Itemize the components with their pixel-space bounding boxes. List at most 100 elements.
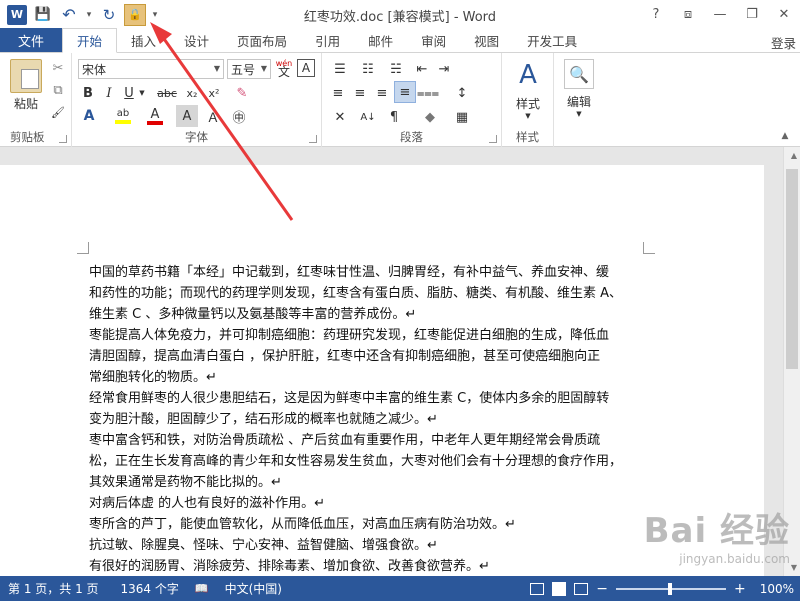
font-group-label: 字体: [185, 130, 208, 144]
paragraph-1: 中国的草药书籍「本经」中记载到，红枣味甘性温、归脾胃经，有补中益气、养血安神、缓…: [89, 265, 623, 322]
editing-dropdown-icon[interactable]: ▼: [573, 109, 585, 119]
redo-icon[interactable]: ↻: [98, 4, 120, 26]
distributed-icon[interactable]: ⩶: [417, 83, 439, 103]
underline-dropdown-icon[interactable]: ▼: [138, 83, 146, 103]
paragraph-group-label: 段落: [400, 130, 423, 144]
copy-icon[interactable]: ⧉: [48, 80, 68, 100]
superscript-button[interactable]: x²: [204, 83, 224, 103]
collapse-ribbon-icon[interactable]: ▲: [778, 130, 792, 142]
tab-page-layout[interactable]: 页面布局: [223, 28, 301, 52]
styles-dropdown-icon[interactable]: ▼: [522, 111, 534, 121]
zoom-level[interactable]: 100%: [760, 582, 794, 596]
editing-group: 🔍 编辑 ▼: [554, 53, 604, 147]
web-layout-icon[interactable]: [574, 582, 589, 595]
enclose-characters-icon[interactable]: ㊥: [228, 105, 250, 127]
tab-developer[interactable]: 开发工具: [513, 28, 591, 52]
chinese-layout-icon[interactable]: ✕: [328, 107, 352, 127]
read-mode-icon[interactable]: [530, 582, 545, 595]
scroll-up-icon[interactable]: ▲: [791, 151, 797, 160]
format-painter-icon[interactable]: 🖌: [48, 102, 68, 122]
window-controls: ? ⧈ — ❐ ✕: [640, 0, 800, 29]
paragraph-launcher-icon[interactable]: [489, 135, 497, 143]
styles-icon[interactable]: A: [514, 59, 542, 91]
sort-icon[interactable]: A↓: [356, 107, 380, 127]
zoom-in-button[interactable]: +: [734, 581, 746, 597]
font-name-dropdown[interactable]: 宋体 ▼: [78, 59, 224, 79]
styles-group-label: 样式: [516, 130, 539, 144]
undo-dropdown-icon[interactable]: ▾: [84, 4, 94, 26]
tab-design[interactable]: 设计: [170, 28, 223, 52]
minimize-button[interactable]: —: [704, 0, 736, 29]
word-count[interactable]: 1364 个字: [113, 580, 187, 597]
lock-icon[interactable]: 🔒: [124, 3, 146, 26]
cut-icon[interactable]: ✂: [48, 58, 68, 78]
styles-button-label[interactable]: 样式: [506, 95, 550, 112]
align-left-icon[interactable]: ≡: [328, 83, 348, 103]
borders-icon[interactable]: ▦: [450, 107, 474, 127]
tab-references[interactable]: 引用: [301, 28, 354, 52]
editing-button-label[interactable]: 编辑: [556, 93, 602, 110]
scroll-down-icon[interactable]: ▼: [791, 563, 797, 572]
ribbon-display-options-icon[interactable]: ⧈: [672, 0, 704, 29]
tab-mailings[interactable]: 邮件: [354, 28, 407, 52]
document-area: 中国的草药书籍「本经」中记载到，红枣味甘性温、归脾胃经，有补中益气、养血安神、缓…: [0, 147, 800, 576]
text-effects-icon[interactable]: A: [78, 105, 100, 127]
language-indicator[interactable]: 中文(中国): [217, 580, 290, 597]
help-button[interactable]: ?: [640, 0, 672, 29]
numbering-icon[interactable]: ☷: [356, 59, 380, 79]
character-shading-icon[interactable]: A: [176, 105, 198, 127]
clipboard-group: 粘贴 ✂ ⧉ 🖌 剪贴板: [0, 53, 72, 147]
full-width-a-icon[interactable]: Ａ: [202, 105, 224, 127]
paragraph-group: ☰ ☷ ☵ ⇤ ⇥ ≡ ≡ ≡ ≡ ⩶ ↕ ✕ A↓ ¶ ◆ ▦ 段落: [322, 53, 502, 147]
zoom-slider[interactable]: [615, 582, 726, 595]
proofing-icon[interactable]: 📖: [187, 582, 217, 595]
login-link[interactable]: 登录: [771, 33, 796, 52]
bullets-icon[interactable]: ☰: [328, 59, 352, 79]
align-right-icon[interactable]: ≡: [372, 83, 392, 103]
underline-button[interactable]: U: [120, 83, 138, 103]
line-spacing-icon[interactable]: ↕: [450, 83, 474, 103]
character-border-icon[interactable]: A: [297, 59, 315, 77]
strikethrough-button[interactable]: abc: [154, 83, 180, 103]
decrease-indent-icon[interactable]: ⇤: [412, 59, 432, 79]
zoom-out-button[interactable]: −: [596, 581, 608, 597]
tab-view[interactable]: 视图: [460, 28, 513, 52]
undo-icon[interactable]: ↶: [58, 4, 80, 26]
font-launcher-icon[interactable]: [309, 135, 317, 143]
tab-insert[interactable]: 插入: [117, 28, 170, 52]
increase-indent-icon[interactable]: ⇥: [434, 59, 454, 79]
scrollbar-thumb[interactable]: [786, 169, 798, 369]
font-color-icon[interactable]: A: [144, 105, 166, 127]
justify-icon[interactable]: ≡: [394, 81, 416, 103]
italic-button[interactable]: I: [100, 83, 118, 103]
paste-icon[interactable]: [10, 59, 42, 93]
restore-button[interactable]: ❐: [736, 0, 768, 29]
binoculars-icon[interactable]: 🔍: [564, 59, 594, 89]
bold-button[interactable]: B: [78, 83, 98, 103]
page-count[interactable]: 第 1 页，共 1 页: [0, 580, 107, 597]
clipboard-launcher-icon[interactable]: [59, 135, 67, 143]
zoom-controls: − + 100%: [530, 576, 794, 601]
clear-formatting-icon[interactable]: ✎: [232, 83, 252, 103]
status-bar: 第 1 页，共 1 页 1364 个字 📖 中文(中国) − + 100%: [0, 576, 800, 601]
zoom-slider-thumb[interactable]: [667, 582, 672, 595]
paragraph-3: 经常食用鲜枣的人很少患胆结石，这是因为鲜枣中丰富的维生素 C，使体内多余的胆固醇…: [89, 391, 610, 427]
word-app-icon[interactable]: W: [6, 4, 28, 26]
phonetic-guide-icon[interactable]: wén 文: [274, 57, 294, 79]
multilevel-list-icon[interactable]: ☵: [384, 59, 408, 79]
tab-home[interactable]: 开始: [62, 28, 118, 53]
tab-file[interactable]: 文件: [0, 28, 62, 52]
align-center-icon[interactable]: ≡: [350, 83, 370, 103]
font-size-dropdown[interactable]: 五号 ▼: [227, 59, 271, 79]
paste-button-label[interactable]: 粘贴: [8, 95, 44, 112]
tab-review[interactable]: 审阅: [407, 28, 460, 52]
save-icon[interactable]: 💾: [32, 4, 54, 26]
styles-group: A 样式 ▼ 样式: [502, 53, 554, 147]
print-layout-icon[interactable]: [552, 581, 567, 596]
subscript-button[interactable]: x₂: [182, 83, 202, 103]
highlight-icon[interactable]: ab: [112, 105, 134, 127]
customize-qat-icon[interactable]: ▾: [150, 4, 160, 26]
show-marks-icon[interactable]: ¶: [384, 107, 404, 127]
close-button[interactable]: ✕: [768, 0, 800, 29]
shading-icon[interactable]: ◆: [418, 107, 442, 127]
